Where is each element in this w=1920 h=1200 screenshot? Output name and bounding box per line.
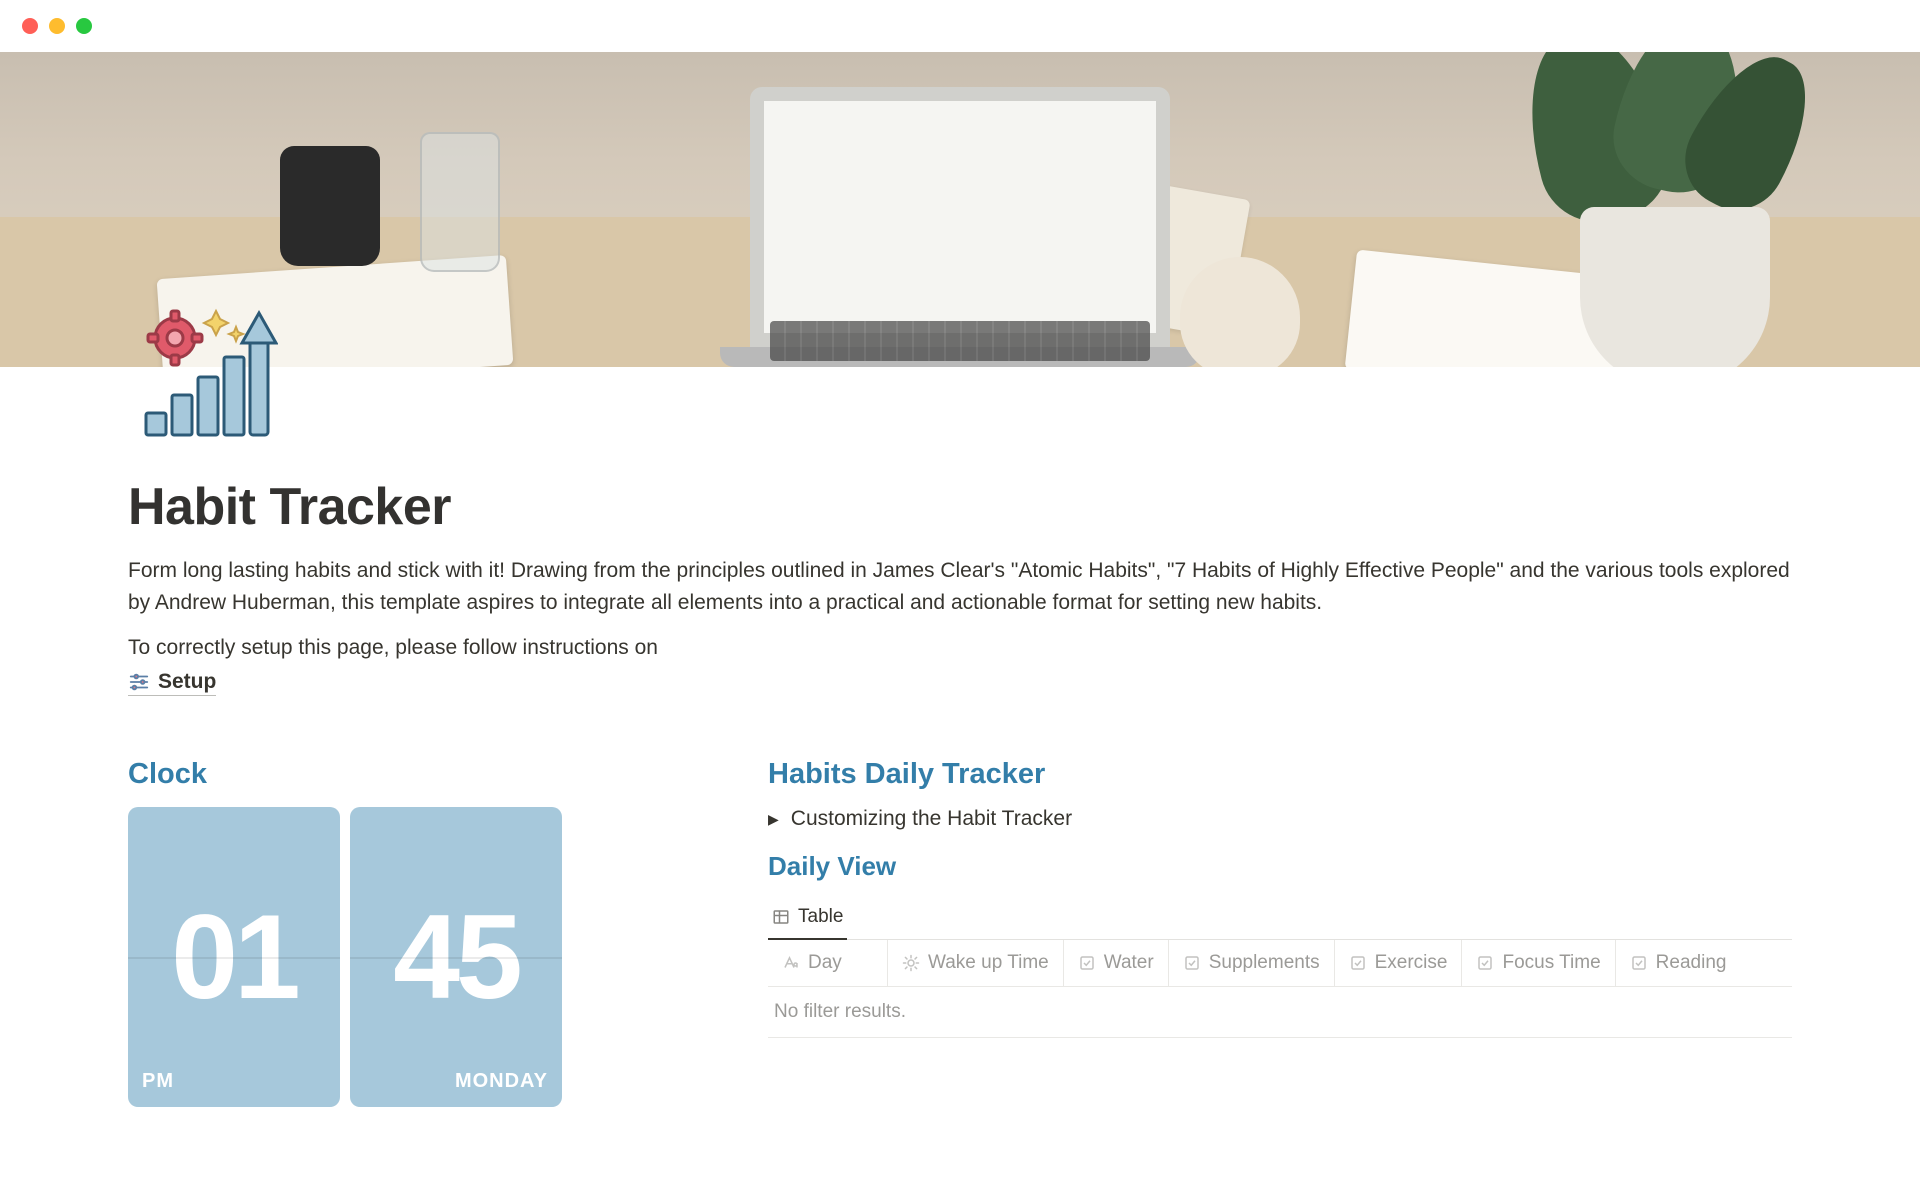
checkbox-icon (1183, 954, 1201, 972)
checkbox-icon (1349, 954, 1367, 972)
column-header-exercise[interactable]: Exercise (1335, 940, 1463, 986)
checkbox-icon (1078, 954, 1096, 972)
triangle-right-icon: ▶ (768, 811, 779, 828)
clock-heading[interactable]: Clock (128, 758, 658, 791)
tracker-heading[interactable]: Habits Daily Tracker (768, 758, 1792, 791)
column-header-day[interactable]: Day (768, 940, 888, 986)
page-icon[interactable] (128, 295, 278, 445)
tab-table-label: Table (798, 906, 843, 928)
cover-image[interactable] (0, 52, 1920, 367)
clock-minute: 45 (393, 897, 518, 1017)
window-maximize-button[interactable] (76, 18, 92, 34)
table-icon (772, 908, 790, 926)
column-header-water[interactable]: Water (1064, 940, 1169, 986)
window-close-button[interactable] (22, 18, 38, 34)
setup-page-link[interactable]: Setup (128, 670, 216, 696)
page-title[interactable]: Habit Tracker (128, 477, 1792, 537)
table-empty-state: No filter results. (768, 987, 1792, 1038)
page-description[interactable]: Form long lasting habits and stick with … (128, 555, 1792, 618)
clock-minute-card: 45 MONDAY (350, 807, 562, 1107)
column-header-supplements[interactable]: Supplements (1169, 940, 1335, 986)
customize-toggle[interactable]: ▶ Customizing the Habit Tracker (768, 807, 1792, 831)
column-header-focus-time[interactable]: Focus Time (1462, 940, 1615, 986)
sun-icon (902, 954, 920, 972)
clock-ampm: PM (142, 1070, 174, 1093)
title-icon (782, 954, 800, 972)
daily-view-heading[interactable]: Daily View (768, 851, 1792, 882)
window-minimize-button[interactable] (49, 18, 65, 34)
setup-link-label: Setup (158, 670, 216, 694)
settings-sliders-icon (128, 671, 150, 693)
clock-hour: 01 (171, 897, 296, 1017)
checkbox-icon (1476, 954, 1494, 972)
clock-day: MONDAY (455, 1070, 548, 1093)
window-controls (0, 0, 1920, 52)
setup-instruction-text[interactable]: To correctly setup this page, please fol… (128, 636, 1792, 660)
customize-toggle-label: Customizing the Habit Tracker (791, 807, 1072, 831)
column-header-wake-up-time[interactable]: Wake up Time (888, 940, 1064, 986)
checkbox-icon (1630, 954, 1648, 972)
clock-hour-card: 01 PM (128, 807, 340, 1107)
table-header-row: Day Wake up Time Water Supplements Exerc… (768, 940, 1792, 987)
column-header-reading[interactable]: Reading (1616, 940, 1741, 986)
view-tabbar: Table (768, 898, 1792, 940)
clock-widget: 01 PM 45 MONDAY (128, 807, 658, 1107)
tab-table[interactable]: Table (768, 898, 847, 940)
